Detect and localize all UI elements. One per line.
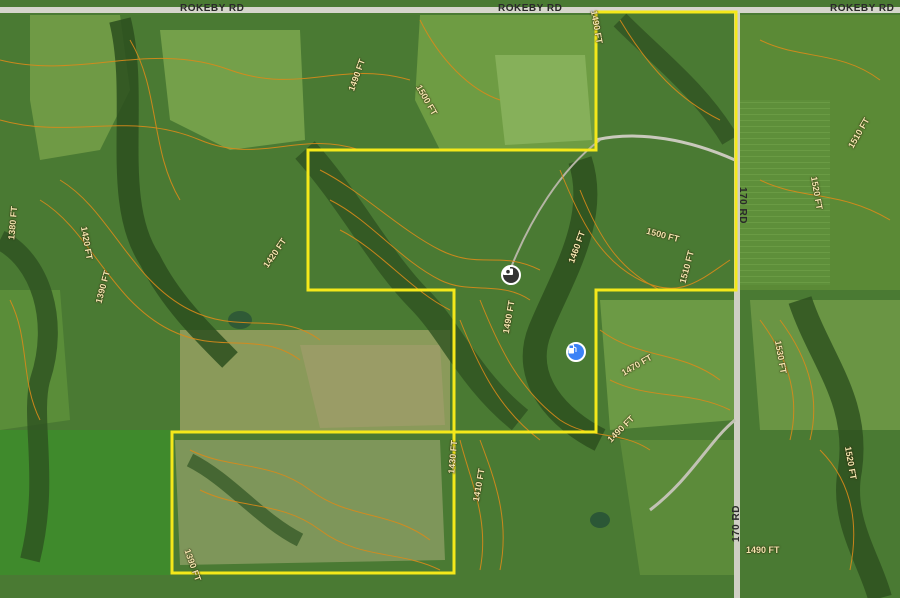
pond <box>228 311 252 329</box>
fuel-pump-icon[interactable] <box>566 342 586 362</box>
contour-label: 1490 FT <box>746 545 780 555</box>
map-canvas <box>0 0 900 598</box>
field <box>600 300 735 430</box>
road-label-170-upper: 170 RD <box>736 187 748 224</box>
field <box>495 55 592 145</box>
road-label-rokeby-east: ROKEBY RD <box>830 3 895 14</box>
road-label-rokeby-west: ROKEBY RD <box>180 3 245 14</box>
road-rokeby <box>0 7 900 13</box>
field <box>300 345 445 428</box>
road-label-rokeby-center: ROKEBY RD <box>498 3 563 14</box>
field <box>620 440 735 575</box>
pond <box>590 512 610 528</box>
camera-glyph <box>503 267 513 275</box>
camera-icon[interactable] <box>501 265 521 285</box>
road-label-170-lower: 170 RD <box>730 505 742 542</box>
field <box>175 440 445 565</box>
map-view[interactable]: ROKEBY RD ROKEBY RD ROKEBY RD 170 RD 170… <box>0 0 900 598</box>
fuel-pump-glyph <box>568 344 577 354</box>
